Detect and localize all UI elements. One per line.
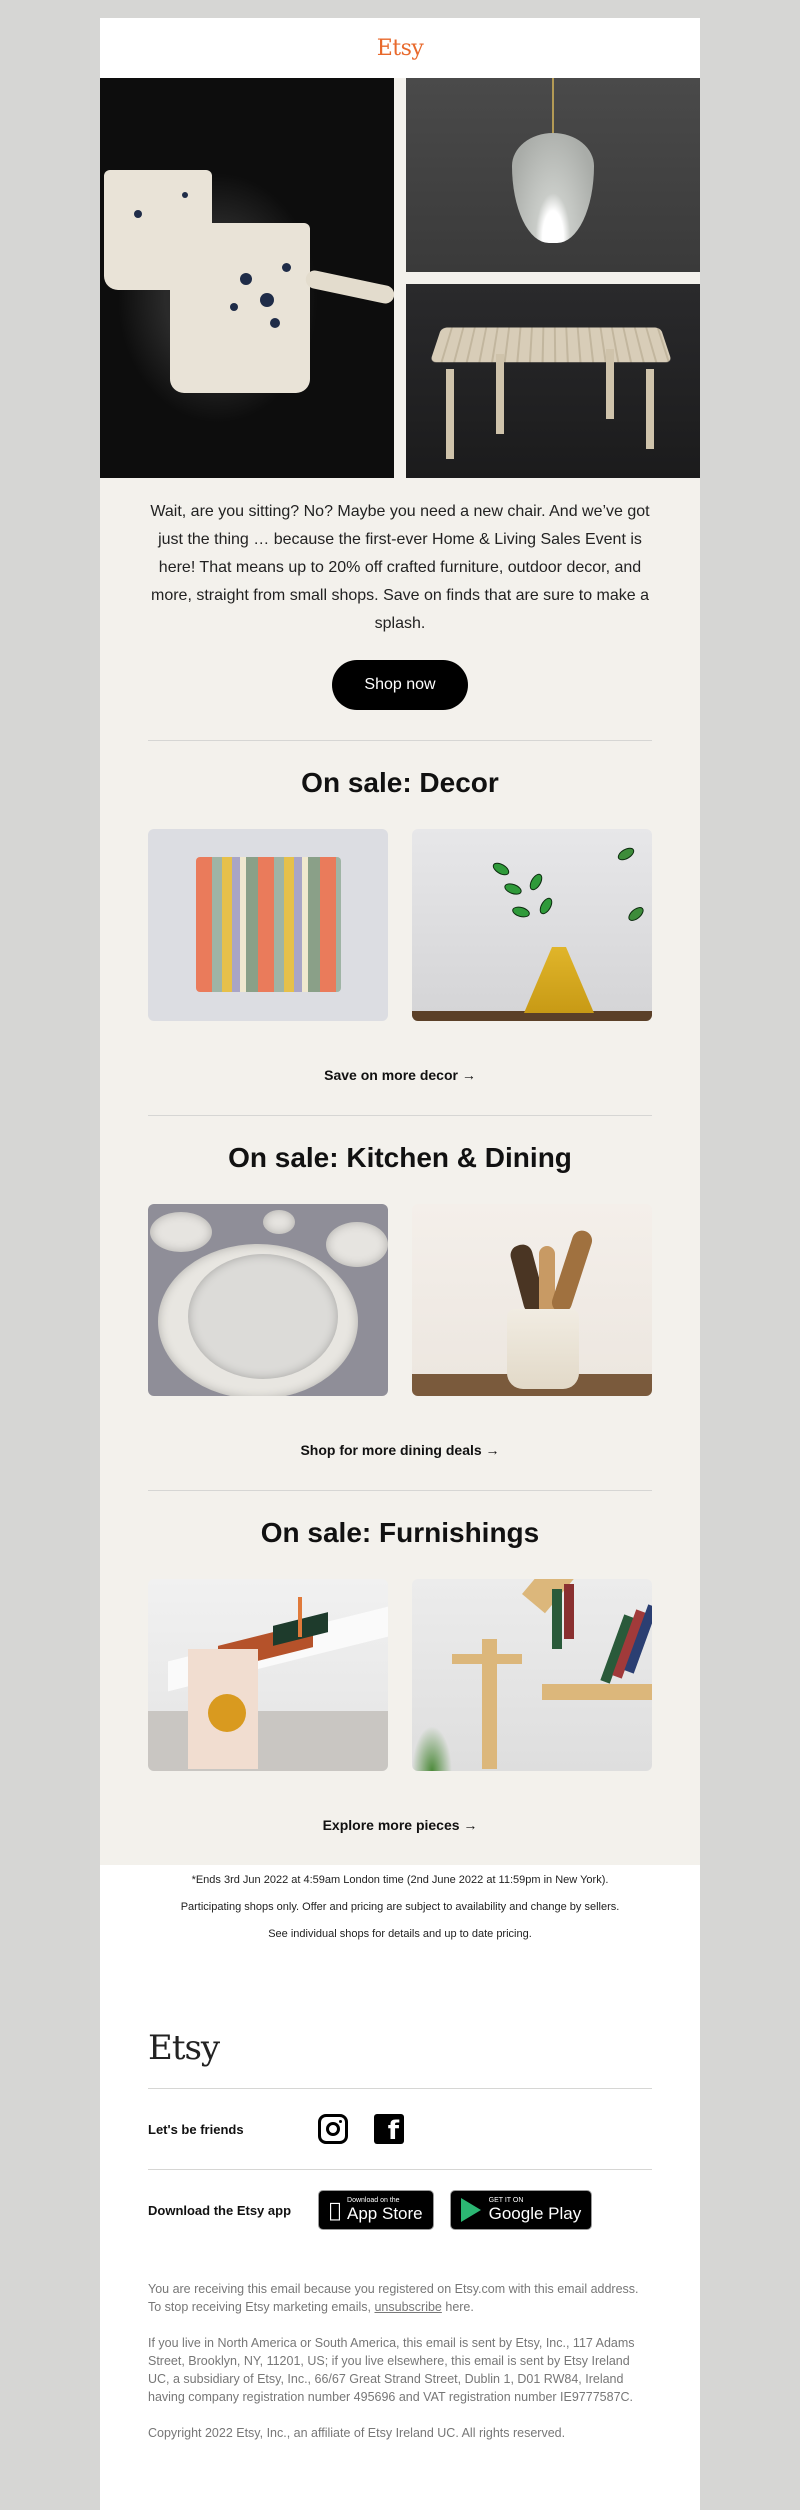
footer-etsy-logo[interactable]: Etsy bbox=[148, 2028, 652, 2088]
email-container: Etsy Wait, are you sitting? No? Maybe yo… bbox=[100, 18, 700, 2510]
section-title-decor: On sale: Decor bbox=[301, 767, 499, 798]
social-row: Let's be friends f bbox=[148, 2089, 652, 2169]
shop-now-button[interactable]: Shop now bbox=[332, 660, 468, 710]
legal-text-part: here. bbox=[441, 2300, 474, 2314]
app-row: Download the Etsy app  Download on the … bbox=[148, 2170, 652, 2250]
plate bbox=[150, 1212, 212, 1252]
google-play-icon bbox=[460, 2198, 481, 2222]
hero-collage bbox=[100, 78, 700, 478]
intro-text: Wait, are you sitting? No? Maybe you nee… bbox=[150, 503, 650, 632]
floor bbox=[148, 1711, 388, 1771]
apple-icon:  bbox=[329, 2198, 341, 2222]
book bbox=[552, 1589, 562, 1649]
instagram-icon[interactable] bbox=[318, 2114, 348, 2144]
kitchen-grid bbox=[148, 1204, 652, 1396]
bench-leg bbox=[446, 369, 454, 459]
fine-print-line: *Ends 3rd Jun 2022 at 4:59am London time… bbox=[191, 1874, 609, 1886]
product-image-utensils[interactable] bbox=[412, 1204, 652, 1396]
candle bbox=[298, 1597, 302, 1637]
hero-right-column bbox=[406, 78, 700, 478]
explore-more-pieces-link[interactable]: Explore more pieces → bbox=[148, 1771, 652, 1865]
product-image-vase[interactable] bbox=[412, 829, 652, 1021]
social-label: Let's be friends bbox=[148, 2121, 244, 2137]
leaf bbox=[511, 904, 531, 920]
spatula bbox=[549, 1227, 595, 1316]
footer: Etsy Let's be friends f Download the Ets… bbox=[100, 1954, 700, 2510]
leaf bbox=[502, 881, 524, 897]
product-image-plates[interactable] bbox=[148, 1204, 388, 1396]
legal-paragraph-subscription: You are receiving this email because you… bbox=[148, 2280, 652, 2316]
google-play-button[interactable]: GET IT ON Google Play bbox=[449, 2190, 593, 2230]
leaf bbox=[615, 845, 637, 863]
runner-circle bbox=[208, 1694, 246, 1732]
plant bbox=[412, 1726, 452, 1771]
lamp-cord bbox=[552, 78, 554, 138]
fine-print-line: Participating shops only. Offer and pric… bbox=[180, 1901, 620, 1913]
leaf bbox=[625, 904, 647, 924]
section-title-furnishings: On sale: Furnishings bbox=[260, 1517, 540, 1548]
shop-dining-deals-link[interactable]: Shop for more dining deals → bbox=[148, 1396, 652, 1490]
pillow-shape bbox=[196, 857, 341, 992]
plate bbox=[188, 1254, 338, 1379]
leaf bbox=[490, 860, 512, 878]
bench-leg bbox=[646, 369, 654, 449]
leaf bbox=[537, 895, 555, 917]
app-label: Download the Etsy app bbox=[148, 2202, 292, 2218]
hero-image-mugs[interactable] bbox=[100, 78, 394, 478]
section-title-kitchen: On sale: Kitchen & Dining bbox=[228, 1142, 572, 1173]
crock bbox=[507, 1309, 579, 1389]
hero-image-lamp[interactable] bbox=[406, 78, 700, 272]
shelf-board bbox=[452, 1654, 522, 1664]
product-image-pillow[interactable] bbox=[148, 829, 388, 1021]
plate bbox=[326, 1222, 388, 1267]
bench-leg bbox=[606, 349, 614, 419]
furnishings-grid bbox=[148, 1579, 652, 1771]
bowl bbox=[263, 1210, 295, 1234]
fine-print: *Ends 3rd Jun 2022 at 4:59am London time… bbox=[100, 1865, 700, 1941]
unsubscribe-link[interactable]: unsubscribe bbox=[374, 2300, 441, 2314]
product-image-bookshelf[interactable] bbox=[412, 1579, 652, 1771]
etsy-logo[interactable]: Etsy bbox=[377, 36, 424, 61]
copyright: Copyright 2022 Etsy, Inc., an affiliate … bbox=[148, 2426, 566, 2440]
app-store-big-text: App Store bbox=[335, 2204, 423, 2223]
email-header: Etsy bbox=[100, 18, 700, 78]
main-content: Wait, are you sitting? No? Maybe you nee… bbox=[100, 478, 700, 1865]
bench-top bbox=[429, 327, 673, 363]
facebook-icon[interactable]: f bbox=[374, 2114, 404, 2144]
save-on-more-decor-link[interactable]: Save on more decor → bbox=[148, 1021, 652, 1115]
bench-leg bbox=[496, 354, 504, 434]
vase-shape bbox=[524, 947, 594, 1013]
lamp-shade bbox=[512, 133, 594, 243]
app-store-button[interactable]:  Download on the App Store bbox=[318, 2190, 434, 2230]
shelf-board bbox=[542, 1684, 652, 1700]
decor-grid bbox=[148, 829, 652, 1021]
mug-handle bbox=[304, 268, 394, 306]
leaf bbox=[527, 871, 545, 893]
mug-front bbox=[170, 223, 310, 393]
hero-image-bench[interactable] bbox=[406, 284, 700, 478]
book bbox=[564, 1584, 574, 1639]
legal-text: You are receiving this email because you… bbox=[148, 2250, 652, 2442]
google-play-big-text: Google Play bbox=[476, 2204, 582, 2223]
product-image-table-runner[interactable] bbox=[148, 1579, 388, 1771]
legal-paragraph-address: If you live in North America or South Am… bbox=[148, 2336, 635, 2404]
fine-print-line: See individual shops for details and up … bbox=[268, 1928, 532, 1940]
